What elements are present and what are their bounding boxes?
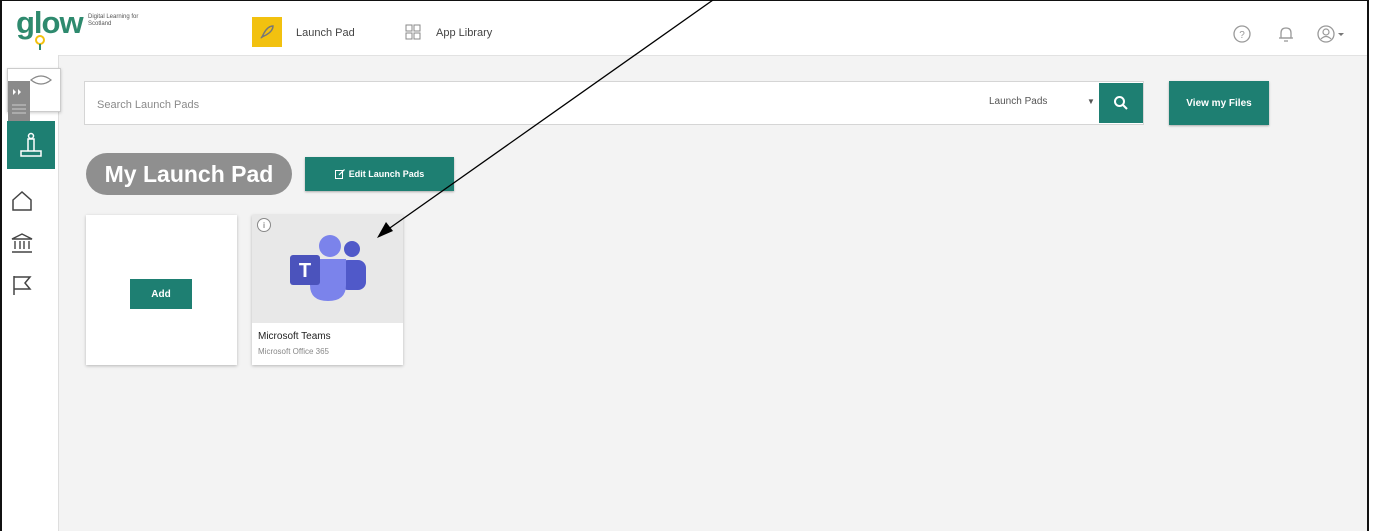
search-input[interactable] <box>95 94 979 116</box>
edit-launch-pads-label: Edit Launch Pads <box>348 169 425 179</box>
user-avatar-icon[interactable] <box>1316 24 1346 44</box>
add-button[interactable]: Add <box>130 279 192 309</box>
sidebar-item-launchpad[interactable] <box>7 121 55 169</box>
bell-icon[interactable] <box>1276 24 1296 44</box>
flag-icon[interactable] <box>10 273 34 297</box>
expand-icon <box>12 89 26 114</box>
edit-icon <box>334 169 345 179</box>
eye-icon <box>30 75 52 85</box>
app-window: glow Digital Learning for Scotland Launc… <box>0 0 1369 531</box>
institution-icon[interactable] <box>10 231 34 255</box>
page-title: My Launch Pad <box>86 153 292 195</box>
search-button[interactable] <box>1099 83 1143 123</box>
app-library-icon[interactable] <box>405 24 421 40</box>
svg-text:T: T <box>299 260 311 282</box>
app-library-nav-label[interactable]: App Library <box>436 27 492 39</box>
logo-tagline: Digital Learning for Scotland <box>88 14 139 27</box>
search-bar: Launch Pads ▼ <box>84 81 1144 125</box>
logo-text: glow <box>16 5 84 40</box>
microsoft-teams-icon: T <box>290 235 366 301</box>
rocket-icon <box>260 25 274 39</box>
edit-launch-pads-button[interactable]: Edit Launch Pads <box>305 157 454 191</box>
app-tile-microsoft-teams[interactable]: T i Microsoft Teams Microsoft Office 365 <box>252 215 403 365</box>
expand-handle[interactable] <box>8 81 30 121</box>
search-icon <box>1114 96 1128 110</box>
help-icon[interactable]: ? <box>1232 24 1252 44</box>
info-icon[interactable]: i <box>257 218 271 232</box>
app-tile-subtitle: Microsoft Office 365 <box>258 347 329 356</box>
chevron-down-icon[interactable]: ▼ <box>1087 97 1095 106</box>
launch-pad-nav-label[interactable]: Launch Pad <box>296 27 355 39</box>
top-bar: glow Digital Learning for Scotland Launc… <box>2 1 1367 56</box>
app-tile-title: Microsoft Teams <box>258 331 331 342</box>
add-tile: Add <box>86 215 237 365</box>
logo-mark-icon <box>35 35 45 50</box>
view-my-files-button[interactable]: View my Files <box>1169 81 1269 125</box>
app-tile-image: T <box>252 215 403 323</box>
search-scope-select[interactable]: Launch Pads <box>989 96 1047 107</box>
launchpad-icon <box>20 132 42 157</box>
home-icon[interactable] <box>10 189 34 213</box>
launch-pad-nav-button[interactable] <box>252 17 282 47</box>
glow-logo[interactable]: glow Digital Learning for Scotland <box>12 5 162 51</box>
svg-text:?: ? <box>1239 30 1245 41</box>
